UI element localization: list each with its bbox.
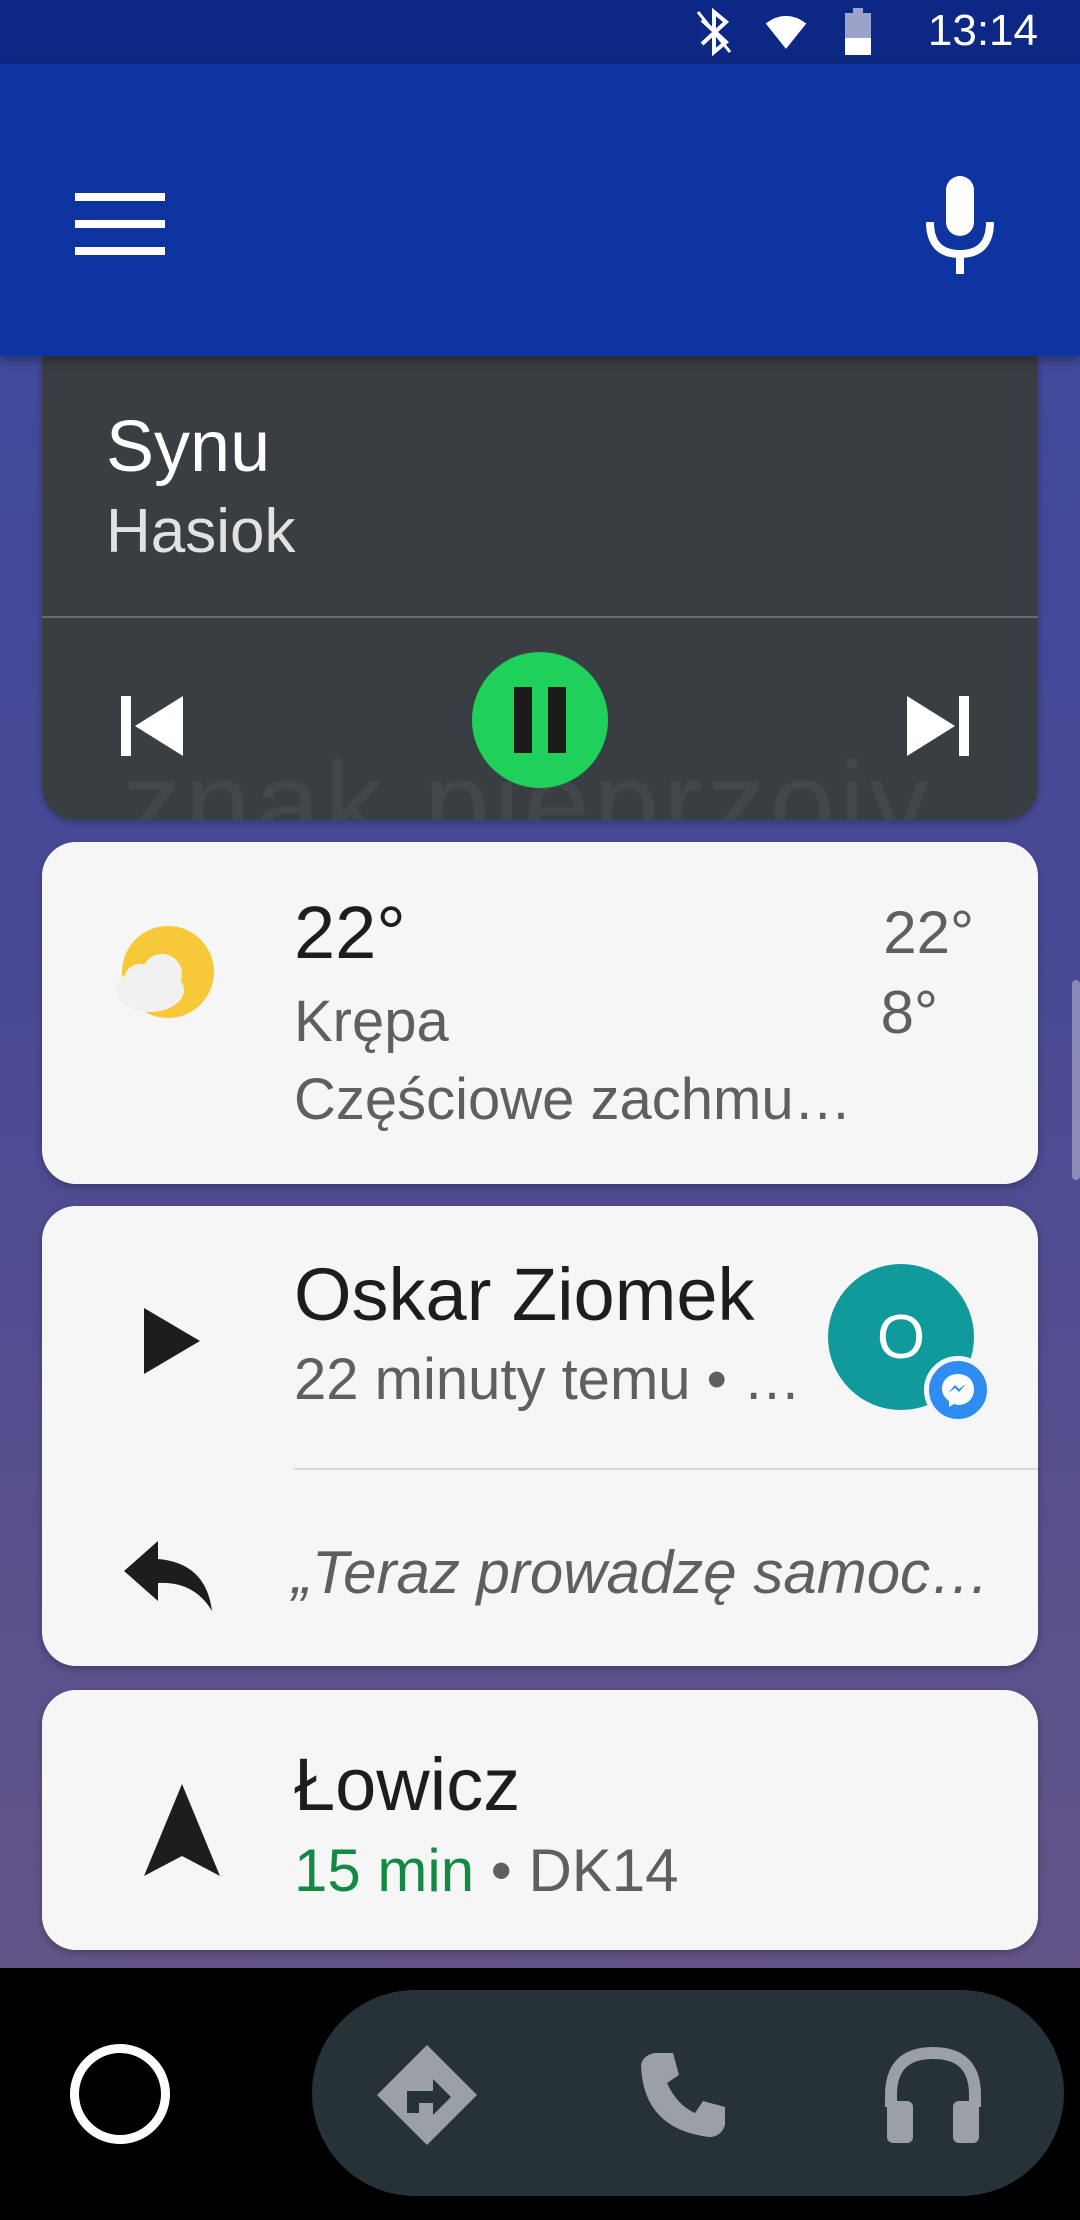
media-card[interactable]: znak pieprzoiy Synu Hasiok xyxy=(42,356,1038,820)
status-icons xyxy=(692,8,880,56)
mic-icon xyxy=(926,176,994,274)
skip-previous-icon xyxy=(121,696,183,756)
navigation-arrow-icon xyxy=(132,1770,232,1890)
message-sender: Oskar Ziomek xyxy=(294,1253,755,1336)
road-name: DK14 xyxy=(528,1837,679,1904)
messenger-icon xyxy=(924,1356,992,1424)
separator: • xyxy=(474,1837,529,1904)
mic-button[interactable] xyxy=(900,160,1020,290)
pause-button[interactable] xyxy=(472,652,608,788)
current-temperature: 22° xyxy=(294,891,406,974)
bluetooth-icon xyxy=(692,8,736,56)
scrollbar xyxy=(1072,980,1080,1180)
play-icon xyxy=(144,1308,200,1374)
app-bar xyxy=(0,64,1080,356)
navigation-button[interactable] xyxy=(372,2040,482,2150)
directions-icon xyxy=(377,2045,477,2145)
app-launcher-bar xyxy=(312,1990,1064,2196)
route-info: 15 min • DK14 xyxy=(294,1836,679,1905)
headphones-icon xyxy=(885,2046,981,2143)
message-card[interactable]: Oskar Ziomek 22 minuty temu • … O „Teraz… xyxy=(42,1206,1038,1666)
weather-card[interactable]: 22° Krępa Częściowe zachmu… 22° 8° xyxy=(42,842,1038,1184)
pause-icon xyxy=(514,687,566,753)
menu-icon xyxy=(75,193,165,255)
skip-next-icon xyxy=(907,696,969,756)
battery-icon xyxy=(836,8,880,56)
track-artist: Hasiok xyxy=(106,497,296,566)
previous-track-button[interactable] xyxy=(102,676,202,776)
message-preview: „Teraz prowadzę samoc… xyxy=(292,1539,991,1606)
menu-button[interactable] xyxy=(60,174,180,274)
next-track-button[interactable] xyxy=(888,676,988,776)
media-button[interactable] xyxy=(878,2040,988,2150)
message-meta: 22 minuty temu • … xyxy=(294,1347,802,1412)
high-temperature: 22° xyxy=(883,899,974,966)
navigation-card[interactable]: Łowicz 15 min • DK14 xyxy=(42,1690,1038,1950)
play-message-button[interactable] xyxy=(132,1296,212,1386)
phone-button[interactable] xyxy=(628,2040,738,2150)
divider xyxy=(294,1468,1038,1470)
low-temperature: 8° xyxy=(880,979,938,1046)
divider xyxy=(42,616,1038,618)
weather-location: Krępa xyxy=(294,989,449,1054)
weather-description: Częściowe zachmu… xyxy=(294,1067,852,1132)
phone-icon xyxy=(641,2053,725,2137)
wifi-icon xyxy=(764,8,808,56)
status-bar: 13:14 xyxy=(0,0,1080,64)
avatar-initial: O xyxy=(876,1302,926,1372)
status-time: 13:14 xyxy=(927,6,1038,55)
eta: 15 min xyxy=(294,1837,475,1904)
partly-cloudy-icon xyxy=(110,922,220,1032)
track-title: Synu xyxy=(106,407,271,487)
reply-icon xyxy=(124,1541,212,1611)
home-button[interactable] xyxy=(70,2044,170,2144)
reply-button[interactable] xyxy=(114,1526,224,1626)
bottom-navigation xyxy=(0,1968,1080,2220)
destination-name: Łowicz xyxy=(294,1743,521,1826)
